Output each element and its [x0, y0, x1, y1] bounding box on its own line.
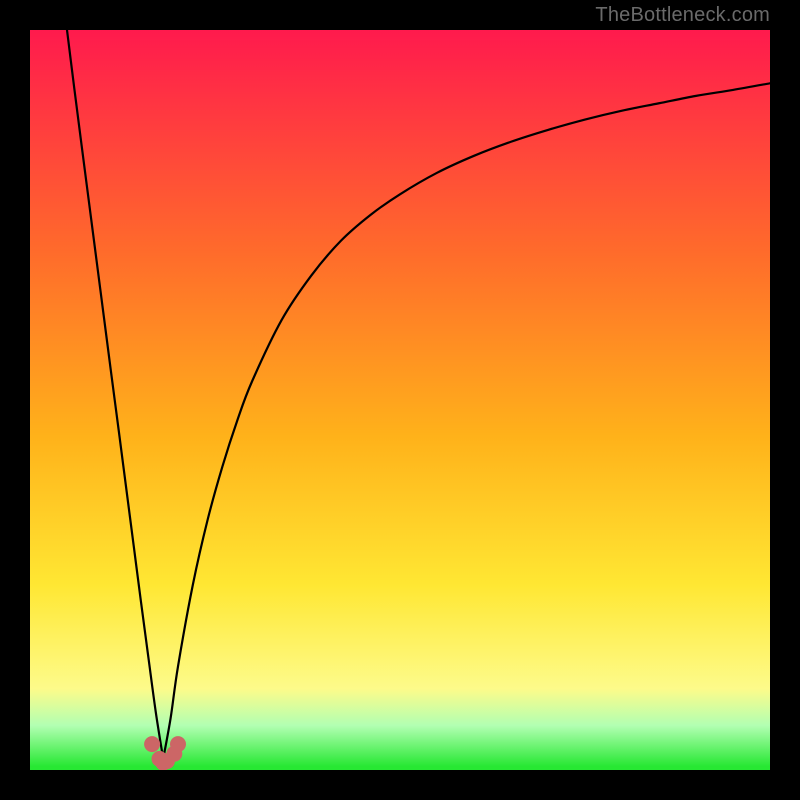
chart-frame [30, 30, 770, 770]
gradient-background [30, 30, 770, 770]
watermark-text: TheBottleneck.com [595, 4, 770, 27]
bottleneck-chart [30, 30, 770, 770]
valley-marker-point [144, 736, 160, 752]
valley-marker-point [170, 736, 186, 752]
